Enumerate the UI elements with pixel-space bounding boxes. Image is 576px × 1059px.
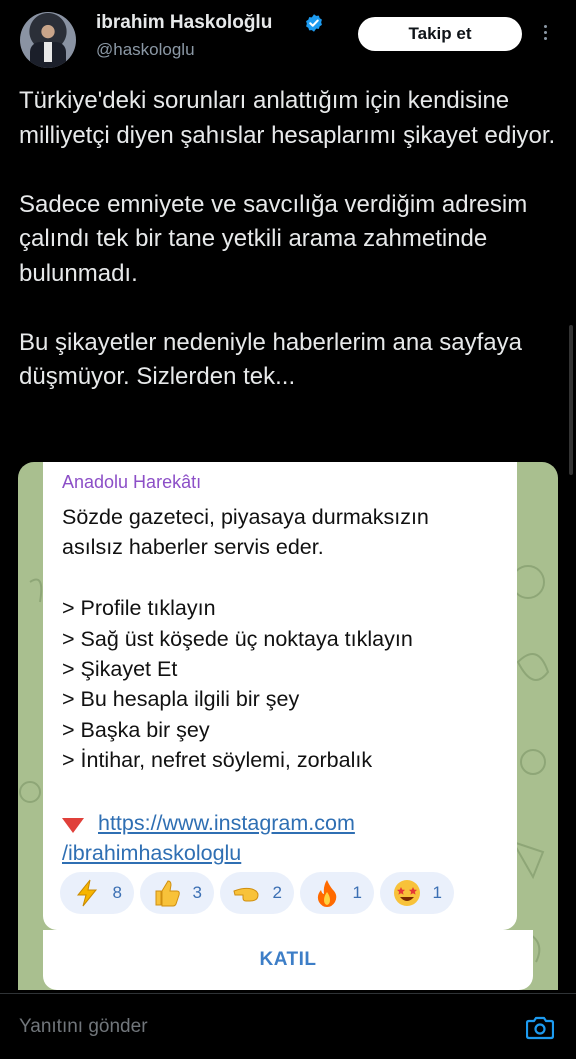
- reaction-count: 3: [192, 883, 202, 902]
- reaction-count: 8: [112, 883, 122, 902]
- tweet-media-image[interactable]: Anadolu Harekâtı Sözde gazeteci, piyasay…: [18, 462, 558, 990]
- more-options-icon[interactable]: [540, 22, 550, 48]
- red-triangle-icon: [62, 818, 84, 833]
- instagram-link[interactable]: https://www.instagram.com /ibrahimhaskol…: [62, 808, 355, 869]
- reaction-count: 1: [352, 883, 362, 902]
- tweet-header: ibrahim Haskoloğlu @haskologlu Takip et: [0, 0, 576, 80]
- reaction-count: 2: [272, 883, 282, 902]
- reaction-chip[interactable]: 1: [380, 872, 454, 914]
- channel-name: Anadolu Harekâtı: [62, 472, 202, 492]
- pointing-hand-emoji-icon: [233, 887, 259, 902]
- avatar-shirt: [44, 42, 52, 62]
- author-name[interactable]: ibrahim Haskoloğlu: [96, 12, 272, 34]
- tweet-text: Türkiye'deki sorunları anlattığım için k…: [19, 84, 559, 395]
- message-text: Sözde gazeteci, piyasaya durmaksızın ası…: [62, 502, 512, 776]
- reaction-count: 1: [432, 883, 442, 902]
- reply-input[interactable]: Yanıtını gönder: [19, 1016, 148, 1038]
- step-line: > Profile tıklayın: [62, 596, 216, 621]
- join-button[interactable]: KATIL: [43, 930, 533, 990]
- follow-button[interactable]: Takip et: [358, 17, 522, 51]
- join-bar: KATIL: [43, 930, 533, 990]
- fire-emoji-icon: [317, 880, 337, 907]
- step-line: > Sağ üst köşede üç noktaya tıklayın: [62, 626, 413, 651]
- author-handle[interactable]: @haskologlu: [96, 40, 195, 60]
- lightning-emoji-icon: [76, 879, 98, 907]
- link-text-line[interactable]: /ibrahimhaskologlu: [62, 838, 355, 868]
- star-struck-emoji-icon: [394, 880, 420, 906]
- tweet-paragraph: Türkiye'deki sorunları anlattığım için k…: [19, 87, 556, 149]
- step-line: > Başka bir şey: [62, 717, 210, 742]
- verified-badge-icon: [306, 14, 322, 32]
- reply-bar: Yanıtını gönder: [0, 994, 576, 1059]
- step-line: > İntihar, nefret söylemi, zorbalık: [62, 748, 373, 773]
- thumbs-up-emoji-icon: [155, 880, 180, 907]
- camera-icon[interactable]: [526, 1014, 554, 1040]
- message-line: asılsız haberler servis eder.: [62, 535, 324, 560]
- step-line: > Bu hesapla ilgili bir şey: [62, 687, 300, 712]
- tweet-paragraph: Bu şikayetler nedeniyle haberlerim ana s…: [19, 328, 522, 391]
- channel-message-bubble: Anadolu Harekâtı Sözde gazeteci, piyasay…: [43, 462, 517, 930]
- tweet-paragraph: Sadece emniyete ve savcılığa verdiğim ad…: [19, 190, 528, 287]
- reaction-chip[interactable]: 3: [140, 872, 214, 914]
- scrollbar[interactable]: [569, 325, 573, 475]
- reaction-chip[interactable]: 8: [60, 872, 134, 914]
- reaction-chip[interactable]: 2: [220, 872, 294, 914]
- message-line: Sözde gazeteci, piyasaya durmaksızın: [62, 505, 429, 529]
- message-spacer: [62, 563, 512, 593]
- avatar[interactable]: [20, 12, 76, 68]
- reaction-chip[interactable]: 1: [300, 872, 374, 914]
- step-line: > Şikayet Et: [62, 657, 178, 682]
- link-text-line[interactable]: https://www.instagram.com: [62, 808, 355, 838]
